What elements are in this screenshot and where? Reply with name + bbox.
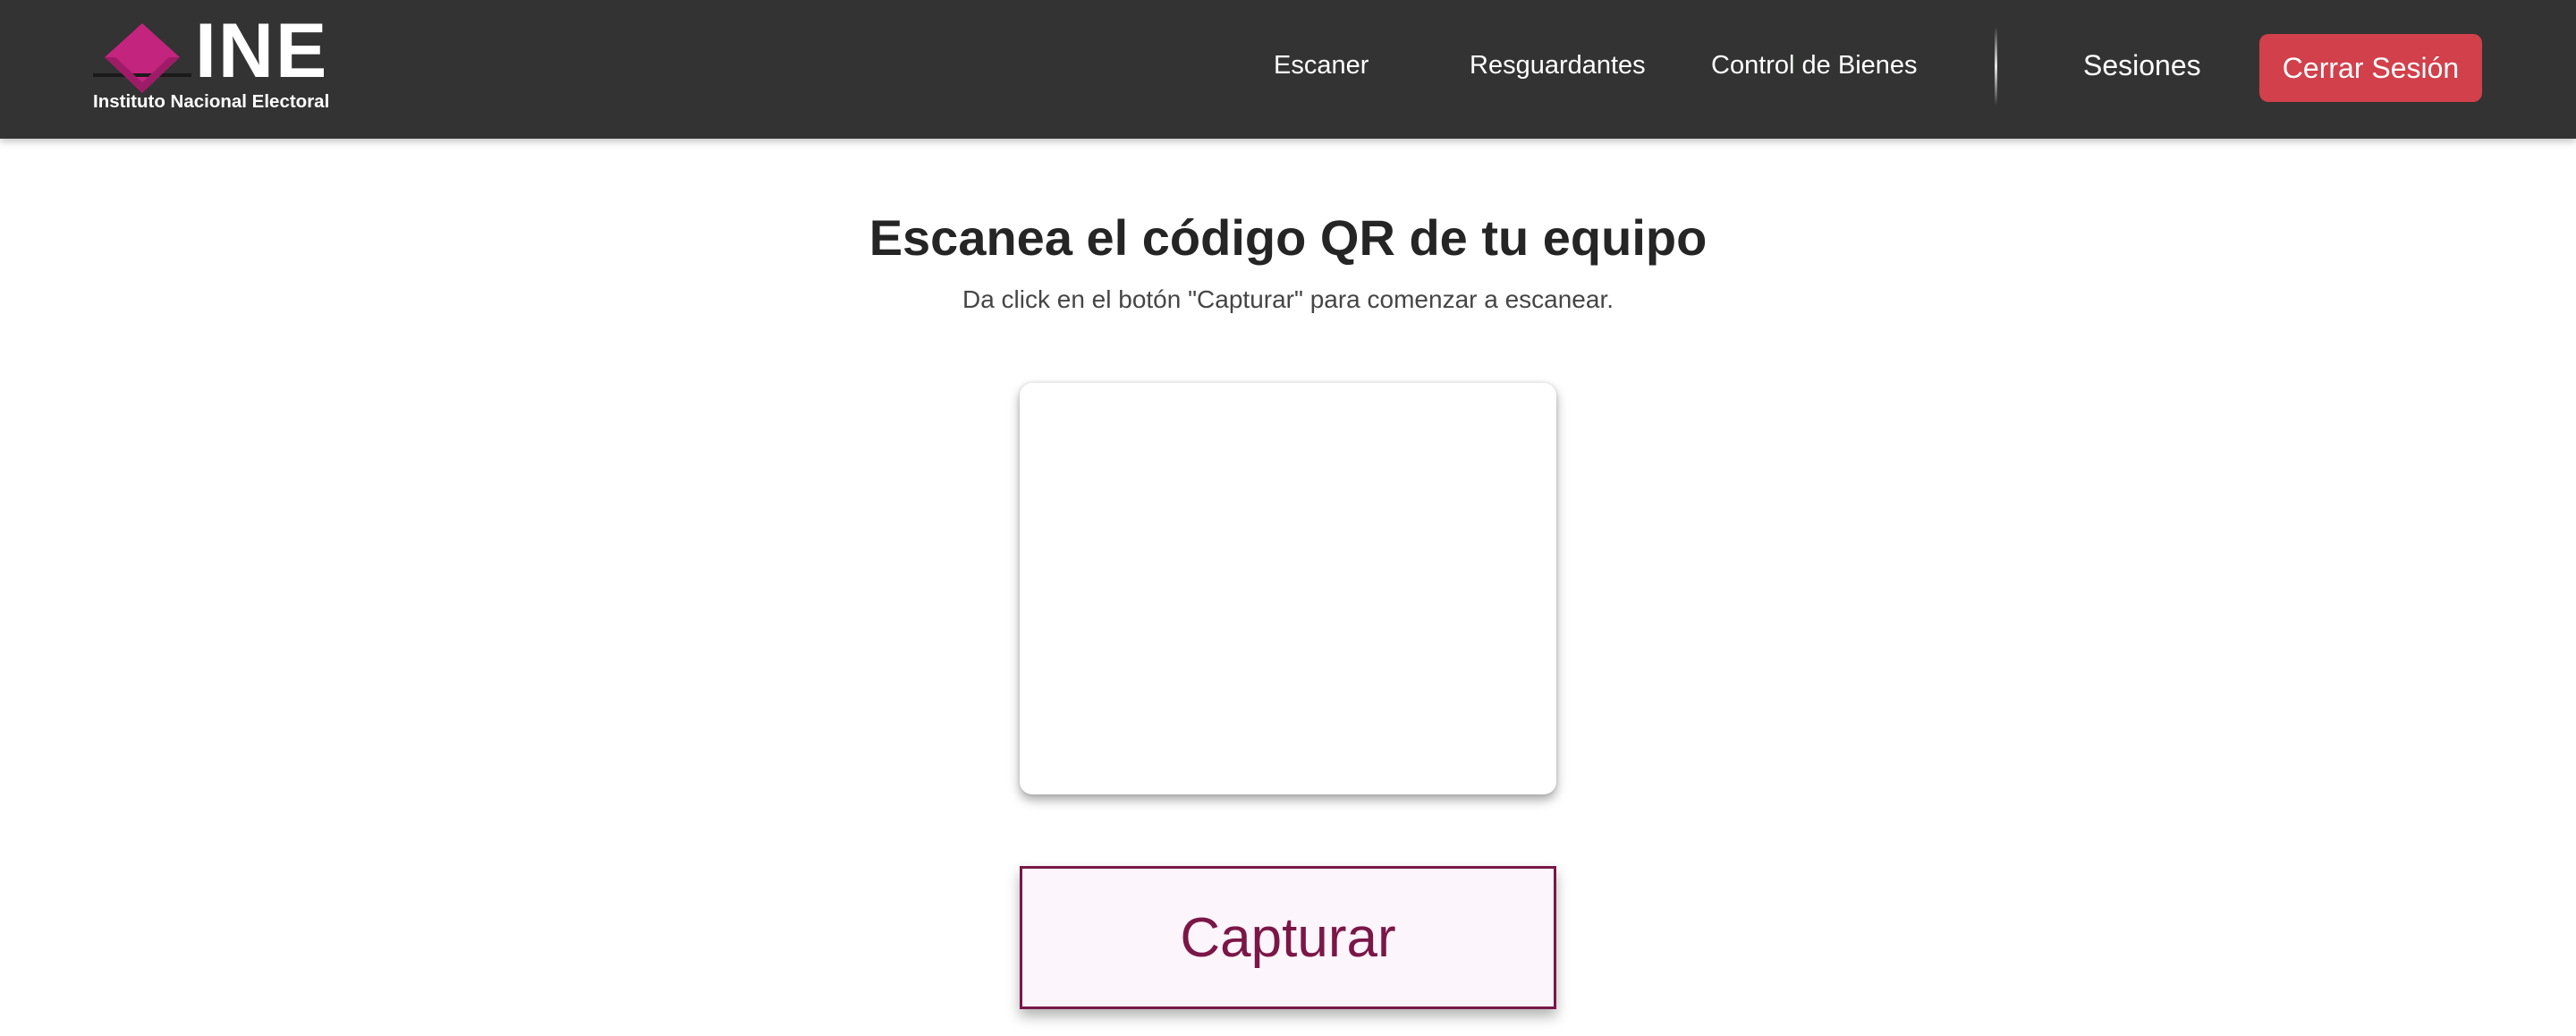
nav-link-escaner[interactable]: Escaner: [1274, 50, 1368, 81]
logo-tagline: Instituto Nacional Electoral: [93, 91, 330, 112]
nav-link-control-de-bienes[interactable]: Control de Bienes: [1711, 50, 1918, 81]
top-navbar: INE Instituto Nacional Electoral Escaner…: [0, 0, 2576, 139]
qr-scanner-viewport: [1020, 383, 1556, 794]
logout-button[interactable]: Cerrar Sesión: [2259, 34, 2482, 102]
logo-wordmark: INE: [195, 8, 329, 94]
nav-link-resguardantes[interactable]: Resguardantes: [1470, 50, 1646, 81]
nav-divider: [1995, 27, 1997, 106]
ine-logo[interactable]: INE Instituto Nacional Electoral: [93, 13, 383, 116]
nav-link-sesiones[interactable]: Sesiones: [2083, 48, 2201, 82]
ine-diamond-logo-icon: [93, 23, 191, 93]
capture-button[interactable]: Capturar: [1020, 866, 1556, 1009]
page-title: Escanea el código QR de tu equipo: [869, 209, 1707, 266]
page-subtitle: Da click en el botón "Capturar" para com…: [962, 285, 1614, 313]
